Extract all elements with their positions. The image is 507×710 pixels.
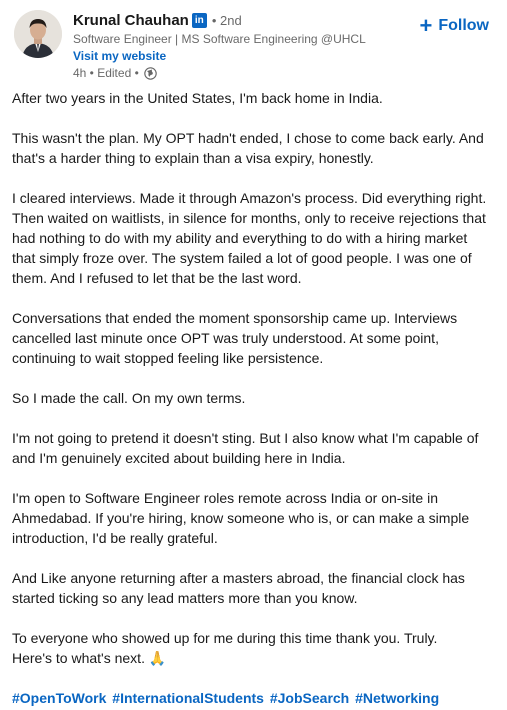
post-paragraph: I'm open to Software Engineer roles remo… bbox=[12, 490, 470, 546]
visit-website-link[interactable]: Visit my website bbox=[73, 48, 366, 64]
post-body: After two years in the United States, I'… bbox=[0, 88, 507, 708]
follow-label: Follow bbox=[438, 17, 489, 34]
author-headline: Software Engineer | MS Software Engineer… bbox=[73, 32, 366, 46]
post-paragraph: After two years in the United States, I'… bbox=[12, 90, 383, 106]
avatar[interactable] bbox=[14, 10, 62, 58]
follow-button[interactable]: + Follow bbox=[419, 13, 489, 38]
post-paragraph: Conversations that ended the moment spon… bbox=[12, 310, 458, 366]
hashtag-link[interactable]: #Networking bbox=[355, 690, 439, 706]
post-timestamp-line: 4h • Edited • bbox=[73, 65, 366, 81]
linkedin-premium-icon: in bbox=[191, 12, 207, 28]
post-paragraph: And Like anyone returning after a master… bbox=[12, 570, 465, 606]
linkedin-post: Krunal Chauhan in • 2nd Software Enginee… bbox=[0, 0, 507, 710]
author-name-line: Krunal Chauhan in • 2nd bbox=[73, 10, 366, 30]
author-name[interactable]: Krunal Chauhan bbox=[73, 12, 189, 29]
post-paragraph: I cleared interviews. Made it through Am… bbox=[12, 190, 487, 286]
post-paragraph: So I made the call. On my own terms. bbox=[12, 390, 246, 406]
hashtag-link[interactable]: #OpenToWork bbox=[12, 690, 106, 706]
globe-icon bbox=[144, 66, 157, 80]
hashtag-link[interactable]: #InternationalStudents bbox=[112, 690, 264, 706]
post-paragraph: To everyone who showed up for me during … bbox=[12, 630, 438, 666]
post-header: Krunal Chauhan in • 2nd Software Enginee… bbox=[0, 0, 507, 88]
author-meta: Krunal Chauhan in • 2nd Software Enginee… bbox=[73, 10, 366, 81]
profile-photo-icon bbox=[14, 10, 62, 58]
plus-icon: + bbox=[419, 13, 433, 38]
post-paragraph: This wasn't the plan. My OPT hadn't ende… bbox=[12, 130, 484, 166]
hashtag-list: #OpenToWork #InternationalStudents #JobS… bbox=[12, 688, 493, 708]
post-timestamp: 4h • Edited • bbox=[73, 66, 139, 80]
post-paragraph: I'm not going to pretend it doesn't stin… bbox=[12, 430, 479, 466]
hashtag-link[interactable]: #JobSearch bbox=[270, 690, 349, 706]
connection-degree: • 2nd bbox=[211, 12, 242, 28]
